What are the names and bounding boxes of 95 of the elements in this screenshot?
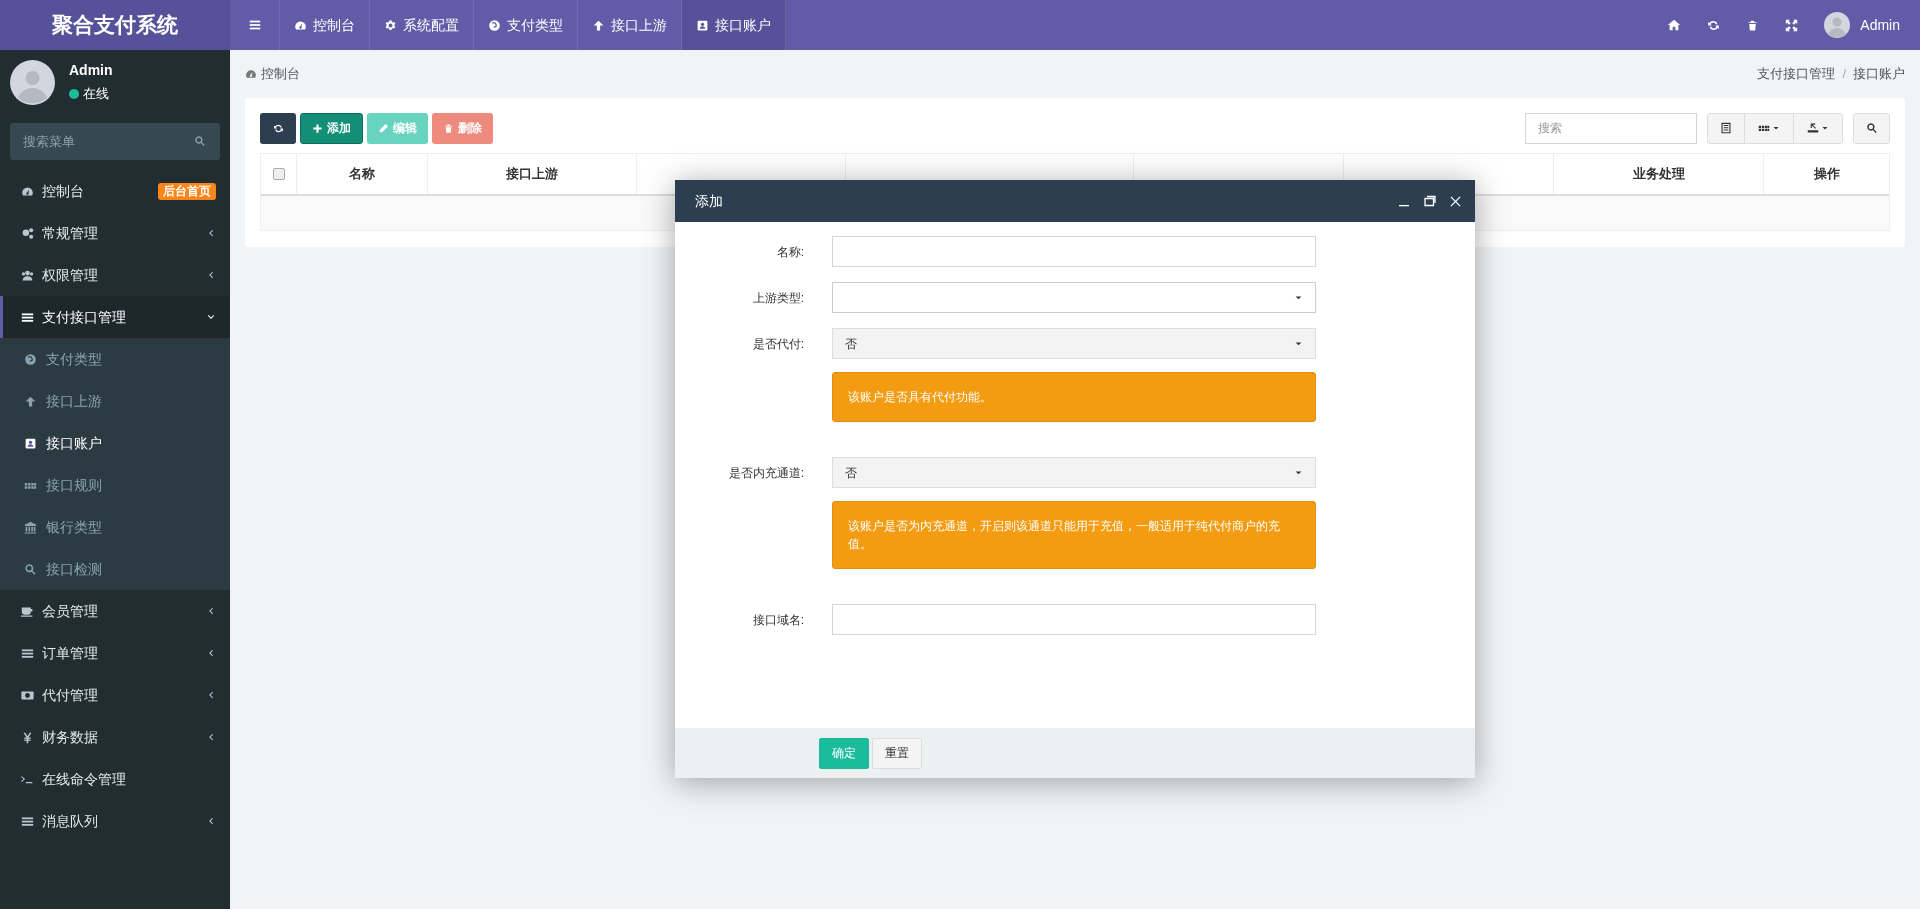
dashboard-icon [294,18,307,32]
submenu-item[interactable]: 接口账户 [0,422,230,464]
dialog-title: 添加 [695,191,724,211]
globe-icon [24,352,37,366]
breadcrumb-separator: / [1842,65,1846,84]
user-name: Admin [69,61,113,81]
plus-icon [312,122,323,134]
dashboard-icon [21,184,34,198]
sidebar-item[interactable]: 支付接口管理 [0,296,230,338]
add-button[interactable]: 添加 [300,112,363,144]
list-icon [21,814,34,828]
field-label: 名称: [775,243,805,261]
select-all-checkbox[interactable] [272,168,285,180]
column-header[interactable]: 操作 [1813,164,1840,184]
submenu-item[interactable]: 支付类型 [0,338,230,380]
sidebar-item[interactable]: 订单管理 [0,632,230,674]
nav-tab[interactable]: 控制台 [280,0,370,50]
contact-card-icon [24,436,37,450]
breadcrumb-home[interactable]: 控制台 [261,64,300,84]
refresh-icon [1707,18,1721,32]
dashboard-icon [245,68,257,80]
app-title: 聚合支付系统 [0,0,230,50]
sidebar-item[interactable]: 控制台 后台首页 [0,170,230,212]
submenu-item[interactable]: 接口检测 [0,548,230,590]
fullscreen-icon [1785,18,1799,32]
help-callout: 该账户是否具有代付功能。 [832,372,1316,422]
column-header[interactable]: 接口上游 [506,164,558,184]
pencil-icon [378,122,389,134]
caret-icon [1294,293,1303,302]
arrow-up-icon [24,394,37,408]
gear-icon [384,18,397,32]
nav-tab[interactable]: 系统配置 [370,0,474,50]
user-avatar [10,59,55,105]
export-icon [1807,122,1819,134]
yen-icon [21,730,34,744]
table-icon [1720,122,1732,134]
field-label: 接口域名: [751,611,805,629]
nav-tab[interactable]: 接口账户 [682,0,786,50]
menu-search-field[interactable]: 搜索菜单 [10,123,220,160]
refresh-button[interactable] [260,112,296,144]
banknote-icon [21,688,34,702]
input-field[interactable] [832,604,1316,635]
list-icon [21,310,34,324]
sidebar-item[interactable]: 会员管理 [0,590,230,632]
trash-icon [1746,18,1760,32]
search-icon [24,562,37,576]
user-name[interactable]: Admin [1860,14,1900,36]
contact-card-icon [696,18,709,32]
nav-tab[interactable]: 支付类型 [474,0,578,50]
users-icon [21,268,34,282]
gears-icon [21,226,34,240]
caret-icon [1294,339,1303,348]
cup-icon [21,604,34,618]
sidebar-item[interactable]: 代付管理 [0,674,230,716]
select-field[interactable]: 否 [832,328,1316,359]
field-label: 是否代付: [751,335,805,353]
sidebar-item[interactable]: 消息队列 [0,800,230,842]
submenu-item[interactable]: 接口上游 [0,380,230,422]
caret-icon [1821,124,1829,132]
refresh-icon [272,122,284,134]
field-label: 是否内充通道: [727,464,805,482]
arrow-up-icon [592,18,605,32]
submenu-item[interactable]: 接口规则 [0,464,230,506]
search-field[interactable]: 搜索 [1525,112,1697,144]
select-field[interactable] [832,282,1316,313]
close-icon[interactable] [1450,195,1461,207]
breadcrumb-item[interactable]: 接口账户 [1853,64,1905,84]
submenu-item[interactable]: 银行类型 [0,506,230,548]
list-icon [21,646,34,660]
breadcrumb-item[interactable]: 支付接口管理 [1757,64,1836,84]
input-field[interactable] [832,236,1316,267]
menu-icon [247,18,262,32]
home-badge: 后台首页 [158,182,216,200]
sidebar-item[interactable]: 财务数据 [0,716,230,758]
status-text: 在线 [83,85,109,104]
avatar[interactable] [1824,12,1851,38]
column-header[interactable]: 业务处理 [1632,164,1685,184]
home-icon [1667,18,1682,32]
bank-icon [24,520,37,534]
caret-icon [1294,468,1303,477]
caret-icon [1772,124,1780,132]
sidebar-item[interactable]: 在线命令管理 [0,758,230,800]
select-field[interactable]: 否 [832,457,1316,488]
sidebar-item[interactable]: 常规管理 [0,212,230,254]
search-button[interactable] [1853,112,1890,144]
maximize-icon[interactable] [1424,195,1436,207]
field-label: 上游类型: [751,289,805,307]
column-header[interactable]: 名称 [349,164,375,184]
search-icon [1865,122,1878,134]
sidebar-item[interactable]: 权限管理 [0,254,230,296]
search-icon [194,135,206,147]
trash-icon [443,122,454,134]
globe-icon [488,18,501,32]
reset-button[interactable]: 重置 [872,737,922,769]
help-callout: 该账户是否为内充通道，开启则该通道只能用于充值，一般适用于纯代付商户的充值。 [832,501,1316,569]
